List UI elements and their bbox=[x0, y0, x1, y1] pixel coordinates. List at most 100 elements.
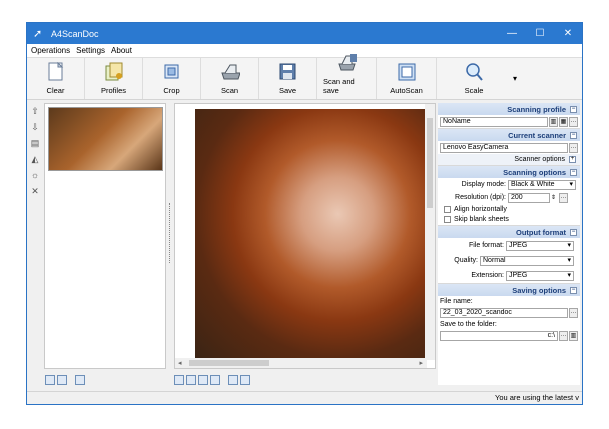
settings-panel: Scanning profile − NoName ▥ ▦ ··· Current sc… bbox=[438, 103, 580, 385]
check-icon[interactable] bbox=[45, 375, 55, 385]
save-icon bbox=[278, 62, 298, 82]
arrow-down-icon[interactable]: ⇩ bbox=[29, 121, 41, 133]
collapse-icon[interactable]: − bbox=[570, 105, 577, 113]
file-format-label: File format: bbox=[468, 242, 504, 249]
left-tool-strip: ⇧ ⇩ ▤ ◭ ☼ ✕ bbox=[27, 101, 43, 371]
title-bar: ➚ A4ScanDoc — ☐ ✕ bbox=[27, 23, 582, 44]
scanning-profile-header: Scanning profile bbox=[507, 104, 566, 114]
minimize-button[interactable]: — bbox=[498, 23, 526, 44]
fit-height-icon[interactable] bbox=[198, 375, 208, 385]
resolution-more-button[interactable]: ··· bbox=[559, 192, 569, 203]
saving-options-section: Saving options − File name: 22_03_2020_sc… bbox=[438, 284, 580, 342]
scanning-profile-section: Scanning profile − NoName ▥ ▦ ··· bbox=[438, 103, 580, 129]
extension-label: Extension: bbox=[471, 272, 504, 279]
image-icon[interactable]: ◭ bbox=[29, 153, 41, 165]
scale-dropdown-icon[interactable]: ▾ bbox=[511, 58, 517, 99]
page-thumbnail[interactable] bbox=[48, 107, 163, 171]
browse-folder-button[interactable]: ··· bbox=[559, 330, 568, 341]
status-text: You are using the latest v bbox=[495, 393, 579, 402]
save-button[interactable]: Save bbox=[259, 58, 317, 99]
horizontal-scrollbar[interactable] bbox=[175, 358, 427, 368]
uncheck-icon[interactable] bbox=[57, 375, 67, 385]
save-folder-label: Save to the folder: bbox=[440, 320, 497, 328]
fit-width-icon[interactable] bbox=[186, 375, 196, 385]
actual-size-icon[interactable] bbox=[210, 375, 220, 385]
align-checkbox[interactable] bbox=[444, 205, 451, 213]
app-logo-icon: ➚ bbox=[33, 27, 43, 40]
status-bar: You are using the latest v bbox=[27, 391, 582, 404]
profile-name-field[interactable]: NoName bbox=[440, 116, 548, 127]
thumb-view-controls bbox=[45, 373, 87, 387]
load-profile-icon[interactable]: ▥ bbox=[549, 116, 558, 127]
folder-icon[interactable]: ▥ bbox=[569, 330, 578, 341]
save-profile-icon[interactable]: ▦ bbox=[559, 116, 568, 127]
maximize-button[interactable]: ☐ bbox=[526, 23, 554, 44]
more-button[interactable]: ··· bbox=[569, 116, 578, 127]
scanner-options-link[interactable]: Scanner options bbox=[514, 156, 565, 163]
toolbar: Clear Profiles Crop Scan Save Scan and s… bbox=[27, 54, 582, 100]
filename-more-button[interactable]: ··· bbox=[569, 307, 578, 318]
rotate-left-icon[interactable] bbox=[228, 375, 238, 385]
menu-settings[interactable]: Settings bbox=[76, 46, 105, 55]
magnifier-icon bbox=[464, 62, 484, 82]
collapse-icon[interactable]: − bbox=[570, 131, 577, 139]
clear-button[interactable]: Clear bbox=[27, 58, 85, 99]
extension-select[interactable]: JPEG bbox=[506, 270, 574, 281]
current-scanner-header: Current scanner bbox=[508, 130, 566, 140]
pane-splitter[interactable] bbox=[166, 103, 174, 369]
page-icon bbox=[46, 62, 66, 82]
profiles-icon bbox=[104, 62, 124, 82]
scan-button[interactable]: Scan bbox=[201, 58, 259, 99]
scanner-icon bbox=[220, 62, 240, 82]
collapse-icon[interactable]: − bbox=[570, 286, 577, 294]
current-scanner-section: Current scanner − Lenovo EasyCamera ··· Sc… bbox=[438, 129, 580, 166]
scroll-left-icon[interactable]: ◂ bbox=[178, 359, 182, 367]
menu-operations[interactable]: Operations bbox=[31, 46, 70, 55]
resolution-input[interactable]: 200 bbox=[508, 192, 550, 203]
image-view-pane: ◂ ▸ bbox=[174, 103, 436, 369]
quality-select[interactable]: Normal bbox=[480, 255, 574, 266]
scan-save-icon bbox=[337, 53, 357, 73]
expand-icon[interactable]: + bbox=[569, 156, 576, 163]
collapse-icon[interactable]: − bbox=[570, 168, 577, 176]
resolution-label: Resolution (dpi): bbox=[455, 194, 506, 201]
collapse-icon[interactable]: − bbox=[570, 228, 577, 236]
close-button[interactable]: ✕ bbox=[554, 23, 582, 44]
output-format-section: Output format− File format:JPEG Quality:… bbox=[438, 226, 580, 284]
skip-label: Skip blank sheets bbox=[454, 216, 509, 223]
arrow-up-icon[interactable]: ⇧ bbox=[29, 105, 41, 117]
menu-bar: Operations Settings About bbox=[27, 44, 582, 58]
rotate-right-icon[interactable] bbox=[240, 375, 250, 385]
scale-button[interactable]: Scale bbox=[437, 58, 511, 99]
brightness-icon[interactable]: ☼ bbox=[29, 169, 41, 181]
window-title: A4ScanDoc bbox=[51, 28, 99, 39]
output-format-header: Output format bbox=[516, 227, 566, 237]
autoscan-icon bbox=[397, 62, 417, 82]
grid-icon[interactable] bbox=[75, 375, 85, 385]
vertical-scrollbar[interactable] bbox=[425, 104, 435, 360]
tools-icon[interactable]: ✕ bbox=[29, 185, 41, 197]
scanning-options-header: Scanning options bbox=[503, 167, 566, 177]
image-view-controls bbox=[174, 373, 252, 387]
skip-checkbox[interactable] bbox=[444, 216, 451, 223]
app-window: ➚ A4ScanDoc — ☐ ✕ Operations Settings Ab… bbox=[26, 22, 583, 405]
crop-button[interactable]: Crop bbox=[143, 58, 201, 99]
scan-and-save-button[interactable]: Scan and save bbox=[317, 54, 377, 99]
save-folder-input[interactable]: c:\ bbox=[440, 330, 558, 341]
display-mode-select[interactable]: Black & White bbox=[508, 179, 576, 190]
file-name-input[interactable]: 22_03_2020_scandoc bbox=[440, 307, 568, 318]
scanned-image bbox=[195, 109, 425, 359]
saving-options-header: Saving options bbox=[512, 285, 566, 295]
file-format-select[interactable]: JPEG bbox=[506, 240, 574, 251]
profiles-button[interactable]: Profiles bbox=[85, 58, 143, 99]
scanner-field[interactable]: Lenovo EasyCamera bbox=[440, 142, 568, 153]
menu-about[interactable]: About bbox=[111, 46, 132, 55]
fit-page-icon[interactable] bbox=[174, 375, 184, 385]
autoscan-button[interactable]: AutoScan bbox=[377, 58, 437, 99]
browse-scanner-button[interactable]: ··· bbox=[569, 142, 578, 153]
scroll-right-icon[interactable]: ▸ bbox=[419, 359, 423, 367]
page-icon[interactable]: ▤ bbox=[29, 137, 41, 149]
spinner-icon[interactable]: ⇕ bbox=[551, 194, 556, 201]
scanning-options-section: Scanning options − Display mode: Black & W… bbox=[438, 166, 580, 226]
thumbnail-pane bbox=[44, 103, 166, 369]
